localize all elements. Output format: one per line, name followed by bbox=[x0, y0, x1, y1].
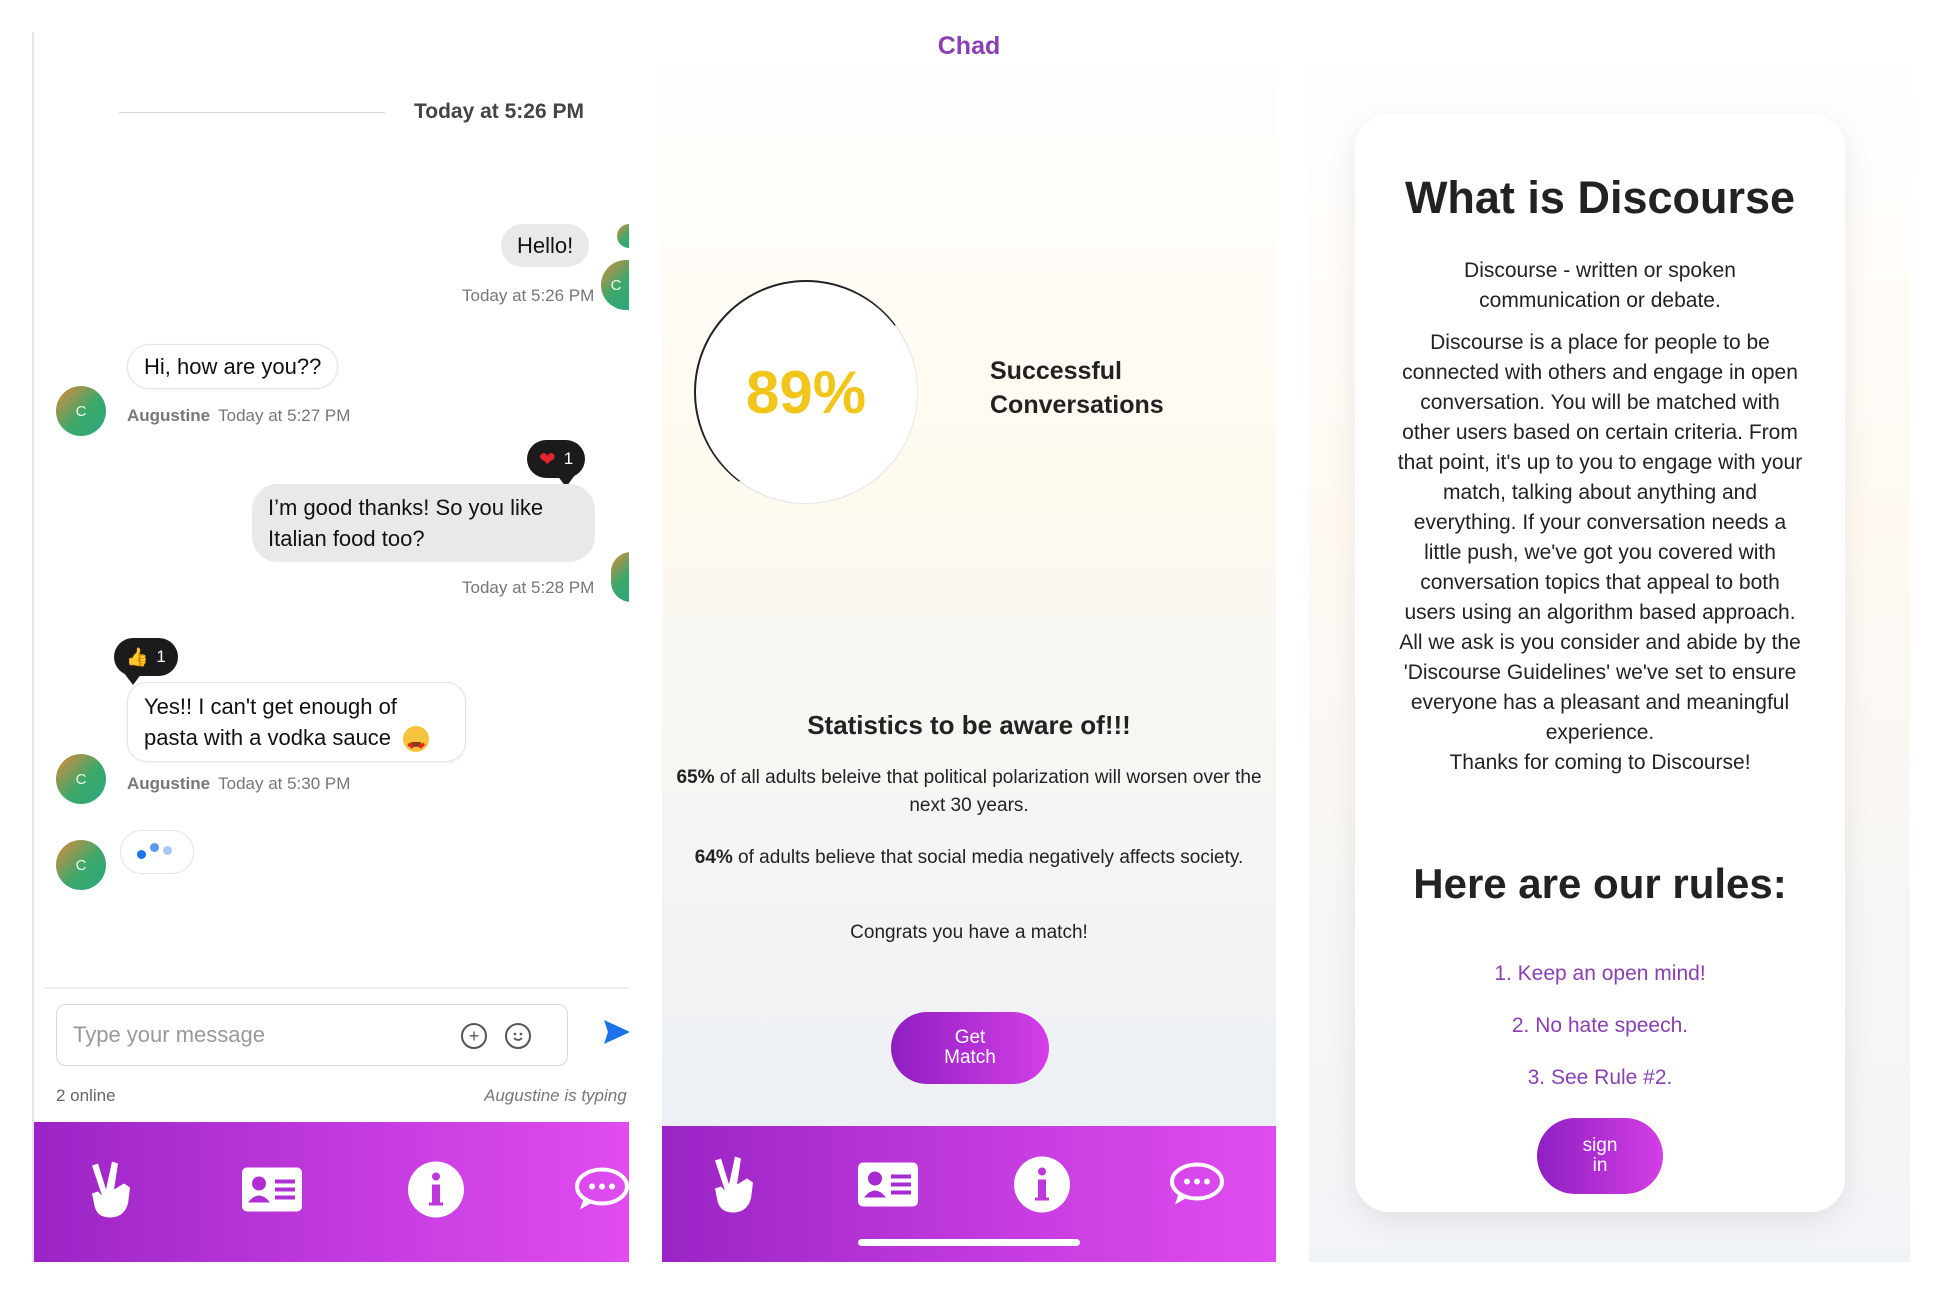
match-name: Chad bbox=[937, 32, 1001, 60]
sender-name: Augustine bbox=[127, 406, 211, 425]
online-count: 2 online bbox=[56, 1086, 116, 1105]
message-timestamp: Today at 5:30 PM bbox=[218, 774, 351, 793]
about-definition: Discourse - written or spoken communicat… bbox=[1464, 259, 1736, 312]
success-percent: 89% bbox=[745, 358, 867, 426]
rule-item: 2. No hate speech. bbox=[1511, 1014, 1689, 1037]
message-timestamp: Today at 5:27 PM bbox=[218, 406, 351, 425]
emoji-icon[interactable] bbox=[505, 1023, 531, 1049]
message-meta: Augustine Today at 5:27 PM bbox=[127, 406, 350, 426]
about-title: What is Discourse bbox=[1404, 172, 1796, 223]
info-icon[interactable] bbox=[407, 1161, 465, 1224]
message-meta: Augustine Today at 5:30 PM bbox=[127, 774, 350, 794]
rule-item: 3. See Rule #2. bbox=[1527, 1066, 1673, 1089]
info-icon[interactable] bbox=[1013, 1156, 1071, 1219]
rule-item: 1. Keep an open mind! bbox=[1494, 962, 1706, 985]
contact-card-icon[interactable] bbox=[857, 1162, 919, 1213]
typing-status: Augustine is typing bbox=[484, 1086, 627, 1105]
about-screen: What is Discourse Discourse - written or… bbox=[1309, 32, 1910, 1262]
home-indicator[interactable] bbox=[858, 1239, 1080, 1246]
message-bubble-incoming[interactable]: Hi, how are you?? bbox=[127, 344, 339, 389]
message-bubble-outgoing[interactable]: Hello! bbox=[501, 224, 590, 267]
get-match-button[interactable]: Get Match bbox=[891, 1012, 1049, 1084]
add-attachment-icon[interactable]: + bbox=[461, 1023, 487, 1049]
tab-bar bbox=[34, 1122, 629, 1262]
composer-divider bbox=[44, 987, 629, 989]
avatar[interactable] bbox=[611, 552, 629, 602]
success-label: Successful Conversations bbox=[990, 357, 1164, 419]
message-timestamp: Today at 5:28 PM bbox=[462, 578, 595, 597]
date-separator: Today at 5:26 PM bbox=[414, 100, 584, 123]
chat-screen: Today at 5:26 PM Hello! Today at 5:26 PM… bbox=[32, 32, 629, 1262]
avatar[interactable]: C bbox=[56, 386, 106, 436]
message-timestamp: Today at 5:26 PM bbox=[462, 286, 595, 305]
avatar bbox=[617, 224, 629, 248]
sender-name: Augustine bbox=[127, 774, 211, 793]
about-body: Discourse is a place for people to be co… bbox=[1397, 331, 1803, 774]
chat-bubble-icon[interactable] bbox=[1169, 1161, 1225, 1214]
message-bubble-incoming[interactable]: Yes!! I can't get enough of pasta with a… bbox=[127, 682, 466, 762]
message-input[interactable] bbox=[73, 1019, 453, 1051]
peace-hand-icon[interactable] bbox=[707, 1155, 761, 1220]
date-divider bbox=[119, 112, 385, 113]
chat-bubble-icon[interactable] bbox=[574, 1166, 629, 1219]
typing-indicator bbox=[120, 830, 194, 874]
reaction-badge[interactable]: 👍 1 bbox=[114, 638, 178, 685]
rules-title: Here are our rules: bbox=[1413, 860, 1787, 907]
stats-screen: Chad 89% Successful Conversations Statis… bbox=[662, 32, 1276, 1262]
avatar[interactable]: C bbox=[601, 260, 629, 310]
match-message: Congrats you have a match! bbox=[850, 922, 1088, 943]
thumbs-up-icon: 👍 bbox=[126, 646, 149, 667]
stat-item: 65% of all adults beleive that political… bbox=[676, 767, 1262, 816]
message-composer: + bbox=[56, 1004, 568, 1066]
heart-icon: ❤ bbox=[539, 448, 556, 471]
send-icon[interactable] bbox=[602, 1017, 629, 1052]
about-card: What is Discourse Discourse - written or… bbox=[1355, 114, 1845, 1212]
stat-item: 64% of adults believe that social media … bbox=[694, 847, 1244, 868]
sign-in-button[interactable]: sign in bbox=[1537, 1118, 1663, 1194]
peace-hand-icon[interactable] bbox=[84, 1160, 138, 1225]
heart-eyes-icon: ❤ ❤ bbox=[403, 726, 430, 753]
avatar[interactable]: C bbox=[56, 840, 106, 890]
stats-heading: Statistics to be aware of!!! bbox=[807, 710, 1131, 740]
message-bubble-outgoing[interactable]: I’m good thanks! So you like Italian foo… bbox=[252, 484, 595, 562]
avatar[interactable]: C bbox=[56, 754, 106, 804]
contact-card-icon[interactable] bbox=[241, 1167, 303, 1218]
reaction-badge[interactable]: ❤ 1 bbox=[527, 440, 586, 487]
